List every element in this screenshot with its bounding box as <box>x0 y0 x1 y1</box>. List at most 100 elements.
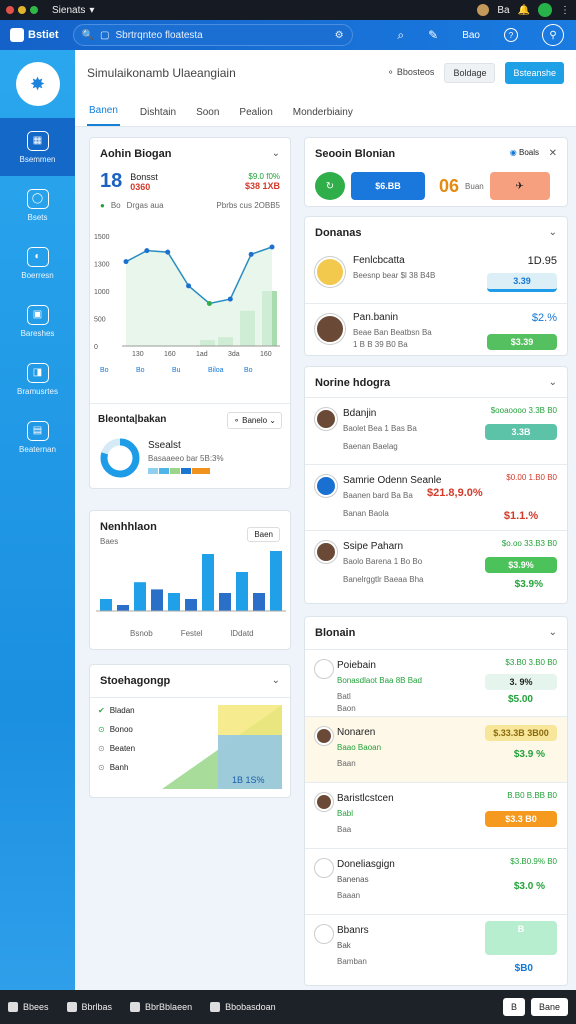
line-point <box>165 249 171 255</box>
section-card: Seooin Blonian ◉ Boals ✕ ↻ $6.BB 06 Buan… <box>304 137 568 207</box>
refresh-icon[interactable]: ↻ <box>315 172 345 200</box>
user-profile-icon[interactable]: ⚲ <box>542 24 564 46</box>
chevron-down-icon[interactable]: ▾ <box>89 5 94 16</box>
list-item[interactable]: Nonaren Baao Baoan Baan $.33.3B 3B00 $3.9 % <box>305 716 567 782</box>
stack-item-label: Bonoo <box>109 725 133 734</box>
list-item-value: $B0 <box>514 963 533 974</box>
list-item-meta: Baolet Bea 1 Bas Ba <box>343 424 417 433</box>
header-link[interactable]: ⚬ Bbosteos <box>387 67 435 78</box>
sidebar-item-3[interactable]: ▣ Bareshes <box>0 292 75 350</box>
bottom-item-icon <box>130 1002 141 1012</box>
close-icon[interactable]: ✕ <box>549 148 557 159</box>
chevron-down-icon[interactable]: ⌄ <box>549 627 557 638</box>
bottom-button[interactable]: Bane <box>530 998 568 1016</box>
section-toggle[interactable]: ◉ Boals <box>510 148 539 157</box>
list-item-pill[interactable]: $1.1.% <box>485 507 557 525</box>
list-item[interactable]: Bbanrs Bak Bamban B $B0 <box>305 914 567 980</box>
avatar <box>315 475 337 497</box>
contact-pill[interactable]: $3.39 <box>487 334 557 350</box>
list-item-pill[interactable]: $3.9% <box>485 557 557 573</box>
list-item-pill[interactable]: $3.3 B0 <box>485 811 557 827</box>
overview-big-value: 18 <box>100 170 123 192</box>
chevron-down-icon[interactable]: ⌄ <box>549 377 557 388</box>
avatar <box>315 925 333 943</box>
bottom-item-1[interactable]: Bbrlbas <box>66 1002 112 1012</box>
contact-meta-2: 1 B B 39 B0 Ba <box>353 340 408 349</box>
bar <box>202 554 214 611</box>
edit-icon[interactable]: ✎ <box>428 28 438 42</box>
line-point <box>227 296 233 302</box>
topbar-button[interactable]: Bao <box>462 30 480 41</box>
sidebar-item-1[interactable]: ◯ Bsets <box>0 176 75 234</box>
section-action-icon[interactable]: ✈ <box>489 172 550 200</box>
list-item-pill[interactable]: B <box>485 921 557 955</box>
y-tick-label: 1300 <box>94 262 110 269</box>
avatar <box>315 408 337 430</box>
list-item-value: $3.0 % <box>513 881 545 892</box>
check-icon: ⊙ <box>98 725 105 734</box>
list-item[interactable]: Samrie Odenn Seanle Baanen bard Ba Ba Bana… <box>305 464 567 530</box>
search-bar[interactable]: 🔍 ▢ Sbrtrqnteo floatesta ⚙ <box>72 24 353 46</box>
search-input[interactable]: Sbrtrqnteo floatesta <box>115 30 202 41</box>
sidebar-item-0[interactable]: ▦ Bsemmen <box>0 118 75 176</box>
bottom-item-0[interactable]: Bbees <box>8 1002 49 1012</box>
list1-title: Norine hdogra <box>315 377 391 389</box>
list-item[interactable]: Bdanjin Baolet Bea 1 Bas Ba Baenan Baelag $… <box>305 398 567 464</box>
minimize-window-icon[interactable] <box>18 6 26 14</box>
tab-2[interactable]: Soon <box>196 107 219 126</box>
overview-card: Aohin Biogan ⌄ 18 Bonsst 0360 $9.0 f0% $… <box>89 137 291 489</box>
tab-3[interactable]: Pealion <box>239 107 272 126</box>
list-item-name: Nonaren <box>337 727 376 738</box>
section-button-1[interactable]: $6.BB <box>351 172 425 200</box>
tab-1[interactable]: Dishtain <box>140 107 176 126</box>
chevron-down-icon[interactable]: ⌄ <box>549 227 557 238</box>
bottom-item-3[interactable]: Bbobasdoan <box>210 1002 276 1012</box>
area-chart: 1B 1S% <box>162 705 282 789</box>
list-item[interactable]: Poiebain Bonasdlaot Baa 8B Bad Batl Baon $3.… <box>305 650 567 716</box>
main-content: Simulaikonamb Ulaeangiain ⚬ Bbosteos Bol… <box>75 50 576 990</box>
sidebar-item-4[interactable]: ◨ Bramusrtes <box>0 350 75 408</box>
settings-icon[interactable]: ⚙ <box>335 30 344 41</box>
sidebar-item-2[interactable]: ◐ Boerresn <box>0 234 75 292</box>
bottom-small-button[interactable]: B <box>502 998 525 1016</box>
tab-0[interactable]: Banen <box>87 105 120 126</box>
contact-meta: Beae Ban Beatbsn Ba <box>353 328 432 337</box>
list-item-meta: Bonasdlaot Baa 8B Bad <box>337 676 422 685</box>
stack-item-label: Banh <box>109 763 129 772</box>
bottom-item-2[interactable]: BbrBblaeen <box>130 1002 192 1012</box>
contact-row[interactable]: Fenlcbcatta Beesnp bear $l 38 B4B 1D.95 3.3… <box>305 247 567 299</box>
close-window-icon[interactable] <box>6 6 14 14</box>
donut-dropdown[interactable]: ⚬ Banelo ⌄ <box>227 412 282 429</box>
app-logo[interactable]: Bstiet <box>10 28 59 42</box>
contact-pill[interactable]: 3.39 <box>487 273 557 292</box>
more-icon[interactable]: ⋮ <box>560 5 570 16</box>
list-item-meta-2: Baaan <box>337 891 361 900</box>
contact-row[interactable]: Pan.banin Beae Ban Beatbsn Ba 1 B B 39 B0 … <box>305 303 567 355</box>
list-item[interactable]: Ssipe Paharn Baolo Barena 1 Bo Bo Banelrgg… <box>305 530 567 596</box>
chevron-down-icon[interactable]: ⌄ <box>272 675 280 686</box>
sidebar-item-5[interactable]: ▤ Beaternan <box>0 408 75 466</box>
maximize-window-icon[interactable] <box>30 6 38 14</box>
x-category-label: Bo <box>100 367 109 374</box>
bar-chart <box>96 551 286 612</box>
line-point <box>123 259 129 265</box>
help-icon[interactable]: ? <box>504 28 518 42</box>
secondary-button[interactable]: Boldage <box>444 62 496 83</box>
list-item-meta: Babl <box>337 809 354 818</box>
search-icon[interactable]: ⌕ <box>397 28 404 43</box>
stack-title: Stoehagongp <box>100 675 171 687</box>
notification-icon[interactable]: 🔔 <box>518 5 530 16</box>
list-item-pill[interactable]: 3.3B <box>485 424 557 440</box>
line-point <box>144 248 150 254</box>
list-item[interactable]: Baristlcstcen Babl Baa B.B0 B.BB B0 $3.3 B0 <box>305 782 567 848</box>
bars-button[interactable]: Baen <box>247 527 280 542</box>
list-item-pill[interactable]: 3. 9% <box>485 674 557 690</box>
list-item-pill[interactable]: $.33.3B 3B00 <box>485 725 557 741</box>
sidebar-logo-icon[interactable]: ✸ <box>15 62 60 106</box>
primary-button[interactable]: Bsteanshe <box>505 61 564 84</box>
chevron-down-icon[interactable]: ⌄ <box>272 148 280 159</box>
tab-4[interactable]: Monderbiainy <box>293 107 353 126</box>
list-item-meta: Banenas <box>337 875 369 884</box>
user-avatar-icon[interactable] <box>477 4 490 16</box>
list-item[interactable]: Doneliasgign Banenas Baaan $3.B0.9% B0 $3.0 … <box>305 848 567 914</box>
